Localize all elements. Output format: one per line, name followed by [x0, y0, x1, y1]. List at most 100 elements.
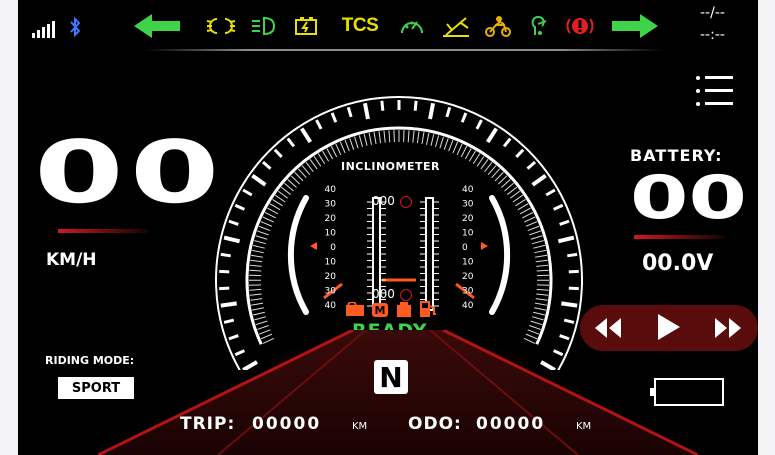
bottom-angle-icon [400, 289, 412, 301]
top-angle-icon [400, 196, 412, 208]
inner-tick [497, 175, 508, 185]
right-scale-tick-label: 10 [462, 229, 474, 239]
inner-tick [529, 230, 541, 236]
trip-label: TRIP: [180, 414, 236, 434]
right-scale-tick-label: 30 [462, 200, 474, 210]
outer-tick [567, 252, 578, 258]
inner-tick [416, 131, 420, 144]
inner-tick [531, 316, 544, 321]
left-scale-tick-label: 40 [325, 301, 337, 311]
outer-tick [561, 301, 578, 308]
inner-tick [535, 298, 548, 301]
inner-tick [330, 145, 338, 158]
inner-tick [322, 150, 330, 162]
odo-unit: KM [576, 421, 592, 432]
outer-tick [261, 160, 272, 170]
outer-tick [559, 219, 570, 226]
inner-tick [258, 225, 271, 232]
inner-tick [249, 288, 262, 291]
inner-tick [284, 182, 294, 192]
battery-voltage: 00.0V [642, 251, 714, 276]
inner-tick [443, 138, 449, 150]
fuel-warning-icon [418, 300, 438, 318]
inner-tick [525, 221, 538, 227]
inner-tick [249, 293, 262, 296]
inclinometer-top-angle: 000 [372, 194, 395, 208]
outer-tick [330, 112, 338, 123]
left-scale-tick-label: 20 [325, 214, 337, 224]
left-scale-tick-label: 0 [330, 243, 336, 253]
inner-tick [536, 293, 549, 296]
inner-tick [512, 194, 524, 203]
inner-tick [536, 269, 549, 272]
right-scale-tick-label: 40 [462, 185, 474, 195]
inner-tick [412, 130, 415, 143]
inner-tick [264, 212, 276, 219]
outer-tick [273, 148, 283, 159]
odo-label: ODO: [408, 414, 462, 434]
inner-tick [260, 221, 273, 227]
inner-tick [507, 186, 518, 195]
battery-level-icon [650, 378, 724, 406]
inner-tick [536, 264, 549, 267]
top-divider [144, 49, 664, 51]
inner-tick [435, 135, 440, 148]
inner-tick [363, 133, 368, 146]
left-scale-tick-label: 30 [325, 200, 337, 210]
riding-mode-label: RIDING MODE: [45, 354, 135, 367]
speed-underline [58, 229, 148, 233]
date-display: --/-- [700, 5, 725, 21]
inner-tick [519, 207, 531, 215]
tcs-indicator: TCS [340, 14, 380, 38]
left-angle-marker [310, 242, 317, 250]
right-scale-tick-label: 30 [462, 287, 474, 297]
inner-tick [378, 131, 382, 144]
outer-tick [228, 219, 239, 226]
inclinometer-bar [425, 197, 434, 311]
right-turn-arrow-icon [612, 14, 658, 38]
rewind-button[interactable] [592, 314, 624, 342]
dashboard-screen: TCS --/-- --:-- 00 KM/H BATTERY: 00 00.0… [18, 0, 758, 455]
inner-tick [262, 216, 274, 223]
inner-tick [339, 141, 346, 154]
inclinometer-scale-left: 40 30 20 10 0 10 20 30 40 [325, 185, 337, 311]
inner-tick [472, 153, 481, 164]
inner-tick [249, 264, 262, 267]
inner-tick [335, 143, 342, 156]
inner-tick [536, 288, 549, 291]
outer-tick [515, 148, 525, 159]
inner-tick [252, 244, 265, 249]
inner-tick [269, 203, 281, 211]
outer-tick [380, 100, 385, 111]
inner-tick [267, 207, 279, 215]
menu-button[interactable] [694, 76, 736, 110]
inner-tick [535, 259, 548, 263]
odo-value: 00000 [476, 414, 546, 434]
inner-tick [517, 203, 529, 211]
right-scale-tick-label: 0 [462, 243, 468, 253]
bluetooth-icon [68, 16, 82, 38]
play-button[interactable] [654, 312, 682, 342]
inner-tick [290, 175, 301, 185]
inner-tick [439, 136, 444, 149]
inner-tick [509, 190, 521, 199]
outer-tick [286, 137, 296, 148]
riding-mode-button[interactable]: SPORT [58, 377, 134, 399]
inner-tick [253, 311, 265, 316]
inner-tick [476, 156, 485, 167]
inclinometer-label: INCLINOMETER [341, 160, 440, 173]
speed-value: 00 [34, 123, 226, 223]
inner-tick [535, 254, 548, 258]
inner-tick [527, 225, 540, 232]
inner-tick [297, 168, 307, 179]
gear-value: N [379, 360, 403, 394]
inner-tick [534, 249, 547, 254]
inner-tick [250, 298, 263, 301]
right-scale-tick-label: 20 [462, 214, 474, 224]
inner-tick [313, 156, 322, 167]
fast-forward-button[interactable] [712, 314, 744, 342]
left-bracket-arc [287, 195, 309, 315]
outer-tick [445, 106, 452, 118]
outer-tick [220, 252, 231, 258]
outer-tick [531, 173, 547, 187]
